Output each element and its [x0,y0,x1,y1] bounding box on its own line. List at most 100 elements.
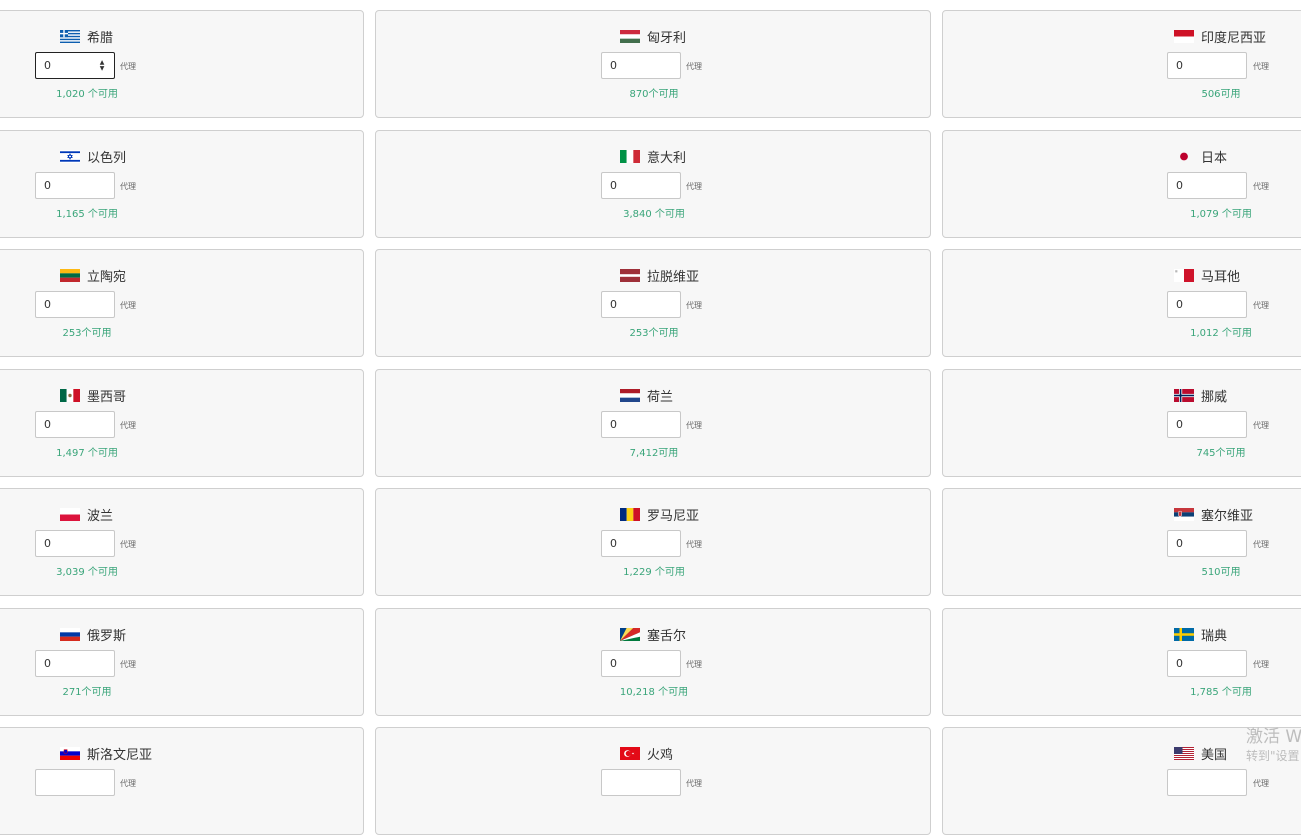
proxy-country-grid: { "unit_label": "代理", "countries": [ {"n… [0,0,1301,835]
proxy-quantity-input[interactable] [1167,411,1247,438]
country-header: 塞舌尔 [620,625,687,644]
country-header: 荷兰 [620,386,674,405]
flag-sweden-icon [1174,627,1194,641]
proxy-quantity-input[interactable] [1167,769,1247,796]
proxy-quantity-input[interactable] [1167,52,1247,79]
available-count: 7,412可用 [629,448,679,459]
flag-italy-icon [620,149,640,163]
watermark-line-2: 转到"设置 [1246,749,1300,763]
available-count: 271个可用 [62,687,112,698]
flag-lithuania-icon [60,268,80,282]
country-name: 立陶宛 [87,269,127,285]
flag-hungary-icon [620,29,640,43]
proxy-unit-label: 代理 [120,660,136,669]
country-header: 墨西哥 [60,386,127,405]
proxy-unit-label: 代理 [1253,540,1269,549]
proxy-quantity-input[interactable] [35,291,115,318]
available-count: 253个可用 [629,328,679,339]
country-name: 火鸡 [647,747,674,763]
watermark-line-1: 激活 W [1246,727,1301,747]
proxy-unit-label: 代理 [1253,660,1269,669]
proxy-quantity-input[interactable] [601,650,681,677]
country-name: 印度尼西亚 [1201,30,1267,46]
proxy-quantity-input[interactable] [601,411,681,438]
country-name: 斯洛文尼亚 [87,747,153,763]
proxy-unit-label: 代理 [1253,301,1269,310]
available-count: 510可用 [1201,567,1241,578]
windows-activation-watermark: 激活 W 转到"设置 [1246,722,1301,764]
available-count: 1,229 个可用 [623,567,685,578]
flag-romania-icon [620,507,640,521]
country-name: 塞舌尔 [647,628,687,644]
available-count: 506可用 [1201,89,1241,100]
flag-greece-icon [60,29,80,43]
available-count: 745个可用 [1196,448,1246,459]
proxy-quantity-input[interactable] [1167,291,1247,318]
flag-mexico-icon [60,388,80,402]
country-header: 斯洛文尼亚 [60,744,153,763]
proxy-quantity-input[interactable] [601,530,681,557]
country-header: 挪威 [1174,386,1228,405]
proxy-quantity-input[interactable] [35,650,115,677]
available-count: 1,497 个可用 [56,448,118,459]
flag-seychelles-icon [620,627,640,641]
country-header: 意大利 [620,147,687,166]
country-name: 俄罗斯 [87,628,127,644]
country-name: 塞尔维亚 [1201,508,1254,524]
proxy-quantity-input[interactable] [601,172,681,199]
flag-norway-icon [1174,388,1194,402]
flag-russia-icon [60,627,80,641]
proxy-quantity-input[interactable] [35,769,115,796]
proxy-unit-label: 代理 [1253,421,1269,430]
country-name: 罗马尼亚 [647,508,700,524]
proxy-quantity-input[interactable] [35,530,115,557]
proxy-unit-label: 代理 [686,660,702,669]
proxy-unit-label: 代理 [120,182,136,191]
country-header: 罗马尼亚 [620,505,700,524]
country-header: 瑞典 [1174,625,1227,644]
available-count: 1,020 个可用 [56,89,118,100]
country-name: 墨西哥 [87,389,127,405]
country-name: 日本 [1201,150,1228,166]
proxy-quantity-input[interactable] [35,411,115,438]
country-name: 波兰 [87,508,114,524]
proxy-quantity-input[interactable] [601,769,681,796]
quantity-stepper-icon[interactable]: ▲ ▼ [97,52,107,79]
country-name: 荷兰 [647,389,674,405]
available-count: 1,012 个可用 [1190,328,1252,339]
flag-indonesia-icon [1174,29,1194,43]
proxy-quantity-input[interactable] [601,291,681,318]
country-name: 希腊 [87,30,114,46]
available-count: 1,785 个可用 [1190,687,1252,698]
country-name: 挪威 [1201,389,1228,405]
country-card [942,130,1301,238]
proxy-unit-label: 代理 [686,421,702,430]
country-header: 立陶宛 [60,266,127,285]
flag-israel-icon [60,149,80,163]
proxy-unit-label: 代理 [120,301,136,310]
available-count: 10,218 个可用 [619,687,689,698]
flag-japan-icon [1174,150,1194,163]
proxy-unit-label: 代理 [120,421,136,430]
proxy-quantity-input[interactable] [1167,650,1247,677]
country-header: 波兰 [60,505,114,524]
proxy-quantity-input[interactable] [601,52,681,79]
country-header: 俄罗斯 [60,625,127,644]
country-name: 意大利 [647,150,687,166]
country-header: 拉脱维亚 [620,266,700,285]
proxy-unit-label: 代理 [1253,62,1269,71]
proxy-quantity-input[interactable] [1167,530,1247,557]
flag-netherlands-icon [620,388,640,402]
proxy-unit-label: 代理 [1253,182,1269,191]
proxy-unit-label: 代理 [686,301,702,310]
proxy-quantity-input[interactable] [1167,172,1247,199]
proxy-unit-label: 代理 [120,62,136,71]
proxy-unit-label: 代理 [1253,779,1269,788]
flag-serbia-icon [1174,507,1194,521]
country-card [942,608,1301,716]
proxy-unit-label: 代理 [686,62,702,71]
proxy-unit-label: 代理 [120,779,136,788]
country-name: 拉脱维亚 [647,269,700,285]
proxy-quantity-input[interactable] [35,172,115,199]
available-count: 870个可用 [629,89,679,100]
